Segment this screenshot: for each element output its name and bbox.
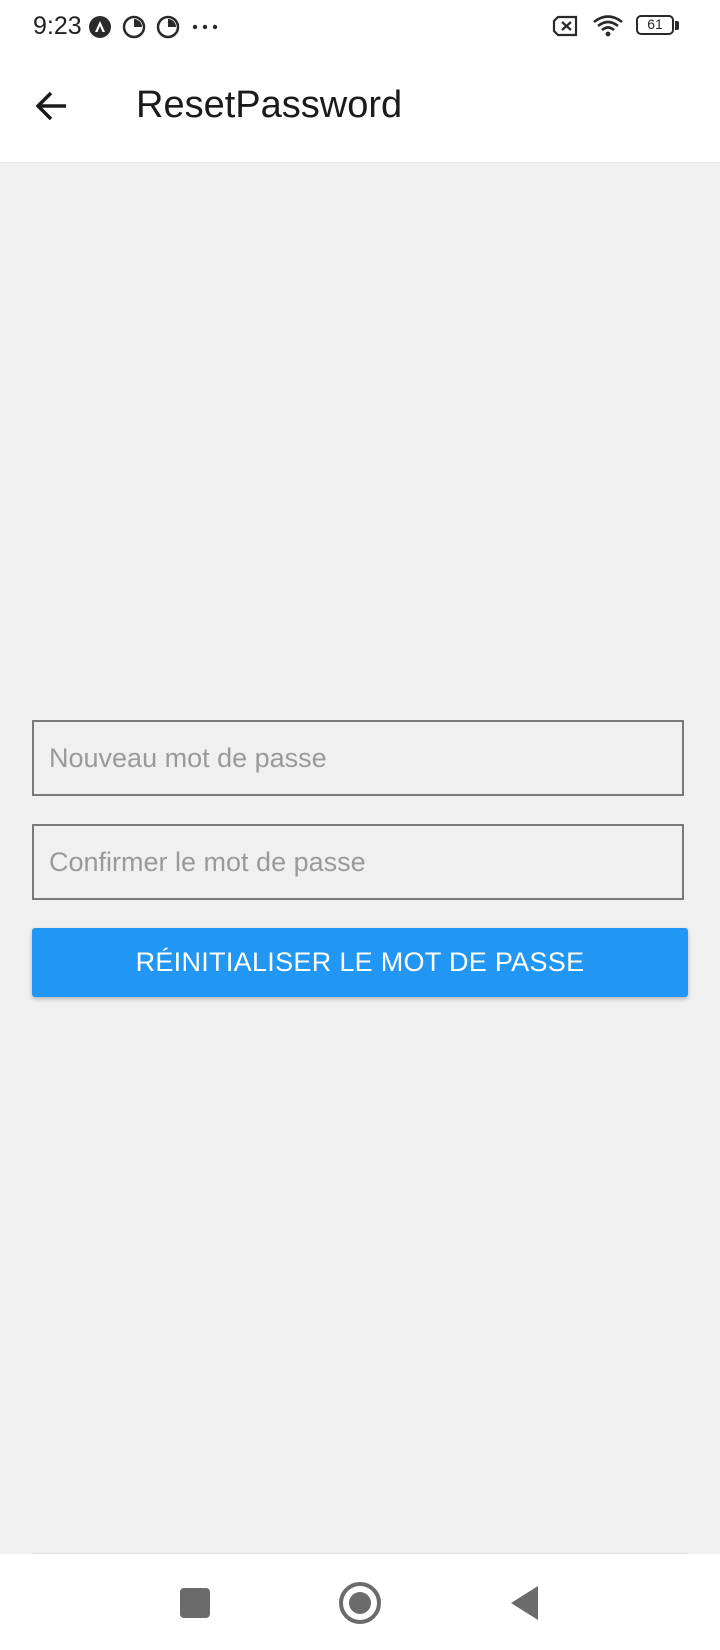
reset-password-button[interactable]: RÉINITIALISER LE MOT DE PASSE: [32, 928, 688, 997]
nav-back-button[interactable]: [498, 1576, 552, 1630]
home-circle-icon: [339, 1582, 381, 1624]
android-auto-icon: [89, 16, 111, 38]
home-button[interactable]: [333, 1576, 387, 1630]
status-bar: 9:23 61: [0, 0, 720, 54]
no-sim-icon: [552, 15, 578, 37]
back-button[interactable]: [22, 76, 82, 136]
recents-button[interactable]: [168, 1576, 222, 1630]
more-dots-icon: [192, 24, 218, 30]
page-title: ResetPassword: [136, 84, 403, 126]
status-left-icons: [88, 15, 220, 39]
app-notification-icon: [122, 15, 146, 39]
new-password-input[interactable]: [34, 722, 682, 794]
back-triangle-icon: [511, 1586, 538, 1620]
system-nav-bar: [0, 1554, 720, 1650]
confirm-password-input[interactable]: [34, 826, 682, 898]
status-time: 9:23: [33, 12, 82, 40]
recents-square-icon: [180, 1588, 210, 1618]
wifi-icon: [593, 15, 623, 37]
app-notification-icon: [156, 15, 180, 39]
app-bar: ResetPassword: [0, 54, 720, 163]
battery-level: 61: [647, 16, 663, 32]
new-password-field[interactable]: [32, 720, 684, 796]
status-right-icons: 61: [552, 14, 680, 38]
confirm-password-field[interactable]: [32, 824, 684, 900]
arrow-left-icon: [35, 91, 66, 121]
battery-icon: 61: [636, 15, 680, 37]
